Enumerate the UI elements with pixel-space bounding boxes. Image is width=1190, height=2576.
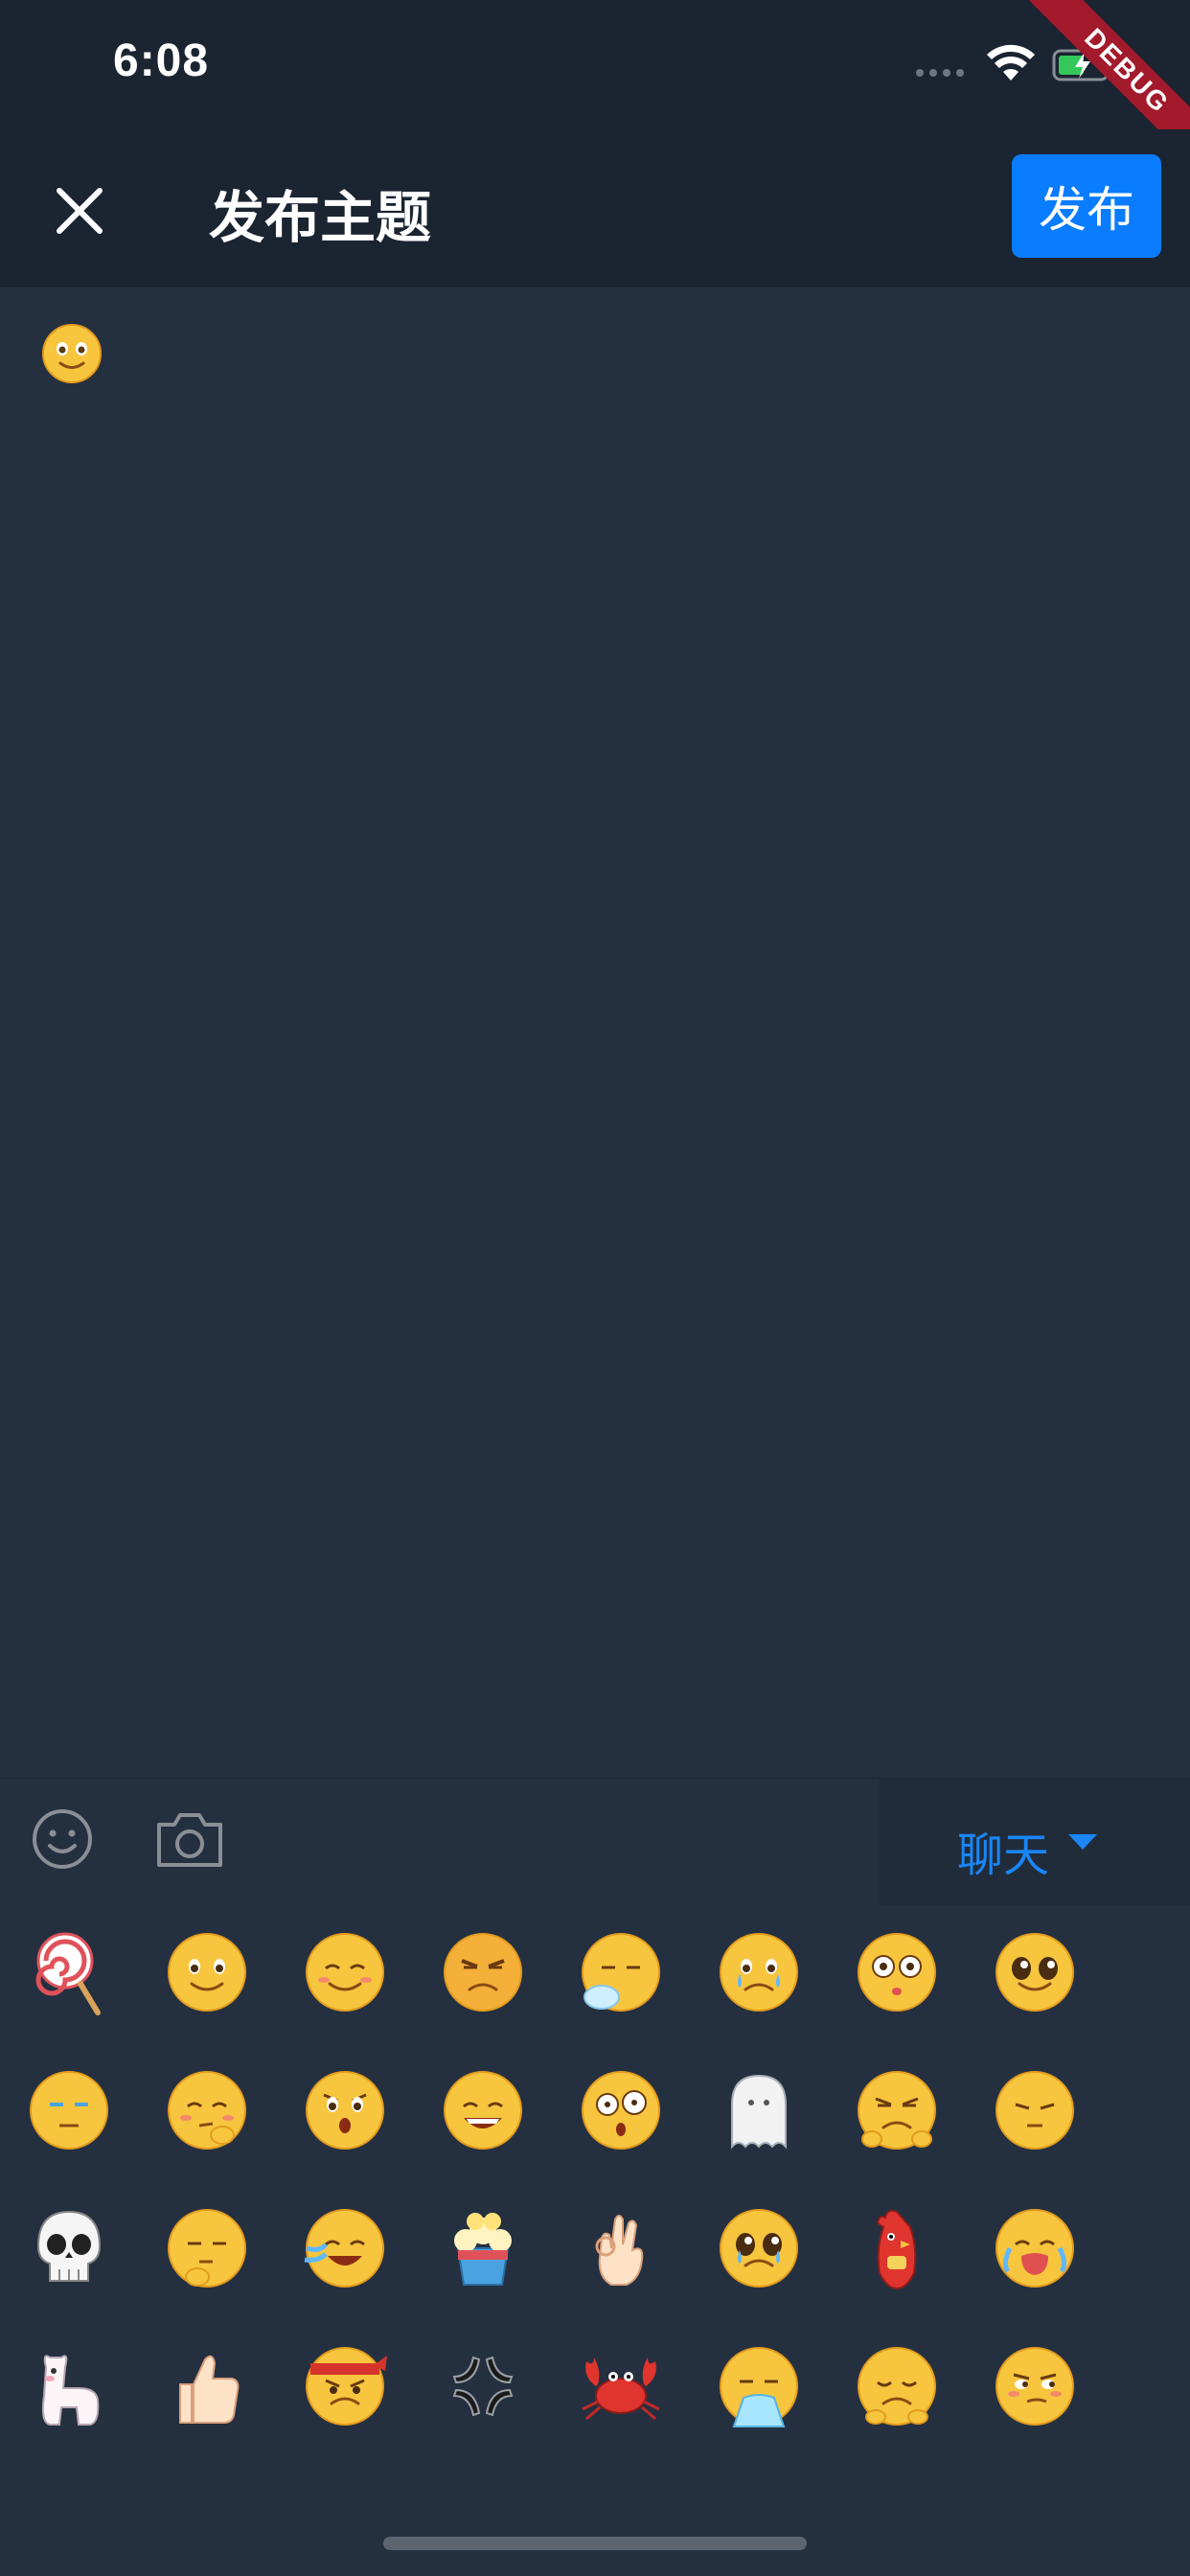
- emoji-smile[interactable]: [159, 1924, 255, 2020]
- emoji-category-dropdown[interactable]: 聊天: [880, 1779, 1190, 1905]
- emoji-pondering[interactable]: [159, 2200, 255, 2296]
- close-icon[interactable]: [46, 177, 113, 244]
- emoji-grin[interactable]: [435, 2062, 531, 2158]
- emoji-ghost[interactable]: [711, 2062, 807, 2158]
- emoji-dizzy[interactable]: [573, 2062, 669, 2158]
- status-bar: 6:08 DEBUG: [0, 0, 1190, 187]
- composer-toolbar: 聊天: [0, 1778, 1190, 1905]
- emoji-crab[interactable]: [573, 2338, 669, 2434]
- emoji-ok-hand[interactable]: [573, 2200, 669, 2296]
- emoji-category-label: 聊天: [957, 1830, 1050, 1881]
- emoji-shocked[interactable]: [297, 2062, 393, 2158]
- emoji-anger-mark[interactable]: [435, 2338, 531, 2434]
- emoji-headband[interactable]: [297, 2338, 393, 2434]
- emoji-pleading[interactable]: [711, 2200, 807, 2296]
- publish-button[interactable]: 发布: [1012, 154, 1161, 258]
- inserted-smile-emoji: [42, 324, 102, 383]
- emoji-shy-smile[interactable]: [297, 1924, 393, 2020]
- caret-down-icon: [1068, 1834, 1097, 1850]
- emoji-skull[interactable]: [21, 2200, 117, 2296]
- emoji-unamused[interactable]: [21, 2062, 117, 2158]
- emoji-angry-grumpy[interactable]: [435, 1924, 531, 2020]
- emoji-grid: [0, 1904, 1190, 2479]
- emoji-cute-eyes[interactable]: [987, 1924, 1083, 2020]
- status-time: 6:08: [113, 35, 210, 86]
- emoji-popcorn[interactable]: [435, 2200, 531, 2296]
- emoji-thumbs-up[interactable]: [159, 2338, 255, 2434]
- emoji-meh[interactable]: [987, 2062, 1083, 2158]
- emoji-sleepy[interactable]: [573, 1924, 669, 2020]
- emoji-alpaca[interactable]: [21, 2338, 117, 2434]
- emoji-grumpy-arms[interactable]: [849, 2062, 945, 2158]
- cellular-signal-icon: [916, 69, 964, 77]
- emoji-rooster[interactable]: [849, 2200, 945, 2296]
- home-indicator: [383, 2537, 807, 2550]
- emoji-sobbing[interactable]: [987, 2200, 1083, 2296]
- emoji-icon[interactable]: [31, 1807, 94, 1871]
- emoji-lollipop[interactable]: [21, 1924, 117, 2020]
- emoji-vomit[interactable]: [711, 2338, 807, 2434]
- app-bar: 发布主题 发布: [0, 129, 1190, 288]
- emoji-thinking[interactable]: [159, 2062, 255, 2158]
- emoji-teary[interactable]: [711, 1924, 807, 2020]
- emoji-crying-laugh[interactable]: [297, 2200, 393, 2296]
- emoji-pouting[interactable]: [849, 2338, 945, 2434]
- camera-icon[interactable]: [153, 1807, 226, 1871]
- content-editor[interactable]: [0, 288, 1190, 1778]
- emoji-surprised[interactable]: [849, 1924, 945, 2020]
- page-title: 发布主题: [209, 187, 432, 249]
- emoji-smug-side-eye[interactable]: [987, 2338, 1083, 2434]
